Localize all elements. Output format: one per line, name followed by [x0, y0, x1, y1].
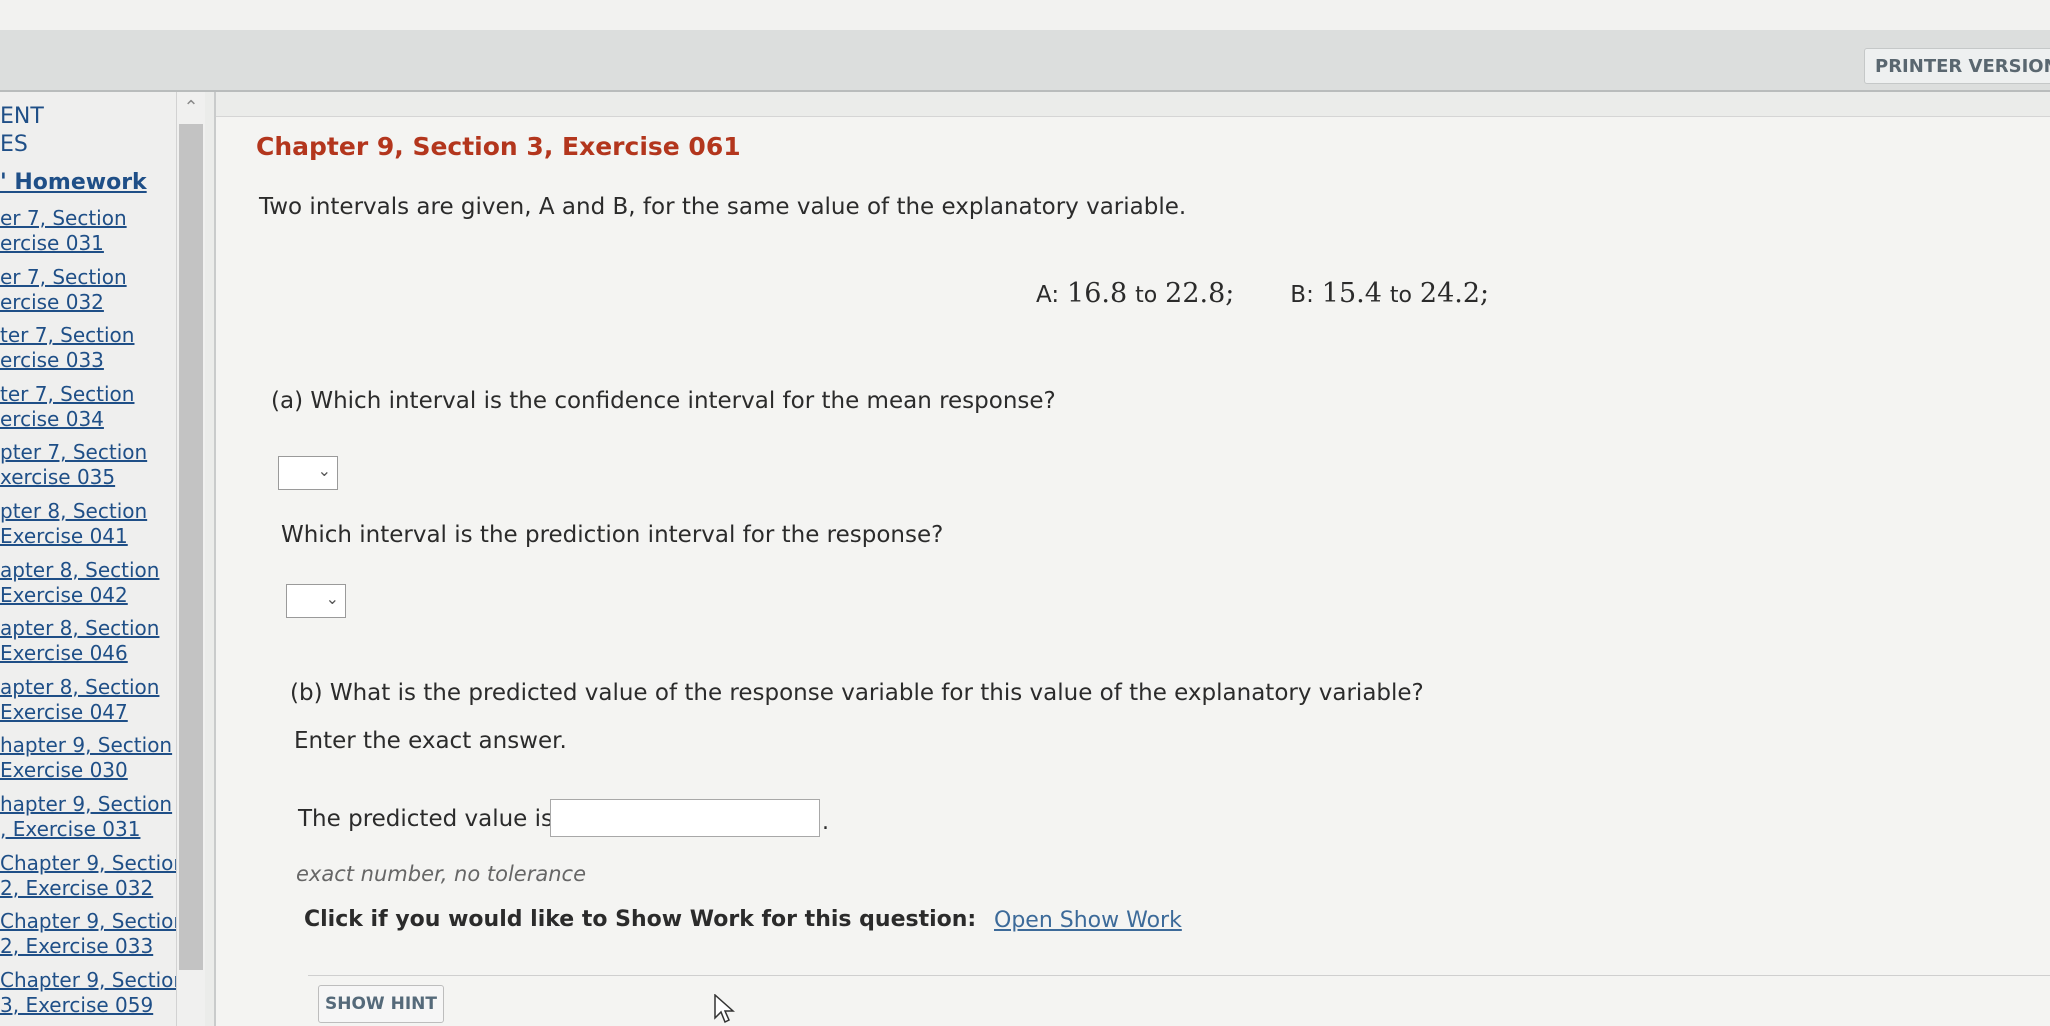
sidebar-exercise-line2[interactable]: Exercise 047 — [0, 700, 186, 725]
sidebar-exercise-line1[interactable]: ter 7, Section — [0, 323, 186, 348]
assignment-toolbar — [0, 30, 2050, 92]
prediction-interval-select[interactable]: ⌄ — [286, 584, 346, 618]
sidebar-exercise-line1[interactable]: apter 8, Section — [0, 558, 186, 583]
sidebar-exercise-line2[interactable]: xercise 035 — [0, 465, 186, 490]
sidebar-exercise-item[interactable]: ter 7, Section ercise 034 — [0, 382, 186, 441]
sidebar-exercise-line2[interactable]: 2, Exercise 033 — [0, 934, 186, 959]
interval-b-high: 24.2; — [1419, 278, 1490, 309]
sidebar-exercise-item[interactable]: apter 8, Section Exercise 047 — [0, 675, 186, 734]
sidebar-exercise-line1[interactable]: er 7, Section — [0, 206, 186, 231]
sidebar-heading-line2: ES — [0, 132, 28, 157]
sidebar-exercise-line2[interactable]: ercise 033 — [0, 348, 186, 373]
sidebar-exercise-item[interactable]: apter 8, Section Exercise 046 — [0, 616, 186, 675]
sidebar-exercise-item[interactable]: Chapter 9, Section 3, Exercise 059 — [0, 968, 186, 1026]
browser-top-strip — [0, 0, 2050, 30]
sidebar-exercise-line2[interactable]: ercise 034 — [0, 407, 186, 432]
interval-b-low: 15.4 — [1321, 278, 1382, 309]
sidebar-exercise-line1[interactable]: hapter 9, Section — [0, 792, 186, 817]
exercise-title: Chapter 9, Section 3, Exercise 061 — [256, 132, 741, 161]
show-work-prompt: Click if you would like to Show Work for… — [304, 907, 977, 932]
divider — [308, 975, 2050, 976]
sidebar-exercise-line1[interactable]: Chapter 9, Section — [0, 851, 186, 876]
part-a2-question: Which interval is the prediction interva… — [281, 522, 944, 548]
printer-version-button[interactable]: PRINTER VERSION — [1864, 48, 2050, 84]
sidebar-exercise-item[interactable]: apter 8, Section Exercise 042 — [0, 558, 186, 617]
sentence-period: . — [822, 810, 829, 835]
sidebar-scrollbar[interactable]: ⌃ — [176, 92, 205, 1026]
sidebar-exercise-line1[interactable]: apter 8, Section — [0, 675, 186, 700]
sidebar-exercise-line1[interactable]: apter 8, Section — [0, 616, 186, 641]
predicted-value-label: The predicted value is — [298, 806, 554, 832]
open-show-work-link[interactable]: Open Show Work — [994, 908, 1182, 933]
sidebar-exercise-item[interactable]: hapter 9, Section Exercise 030 — [0, 733, 186, 792]
chevron-down-icon: ⌄ — [317, 461, 331, 480]
sidebar-exercise-line1[interactable]: pter 8, Section — [0, 499, 186, 524]
sidebar-exercise-line1[interactable]: pter 7, Section — [0, 440, 186, 465]
confidence-interval-select[interactable]: ⌄ — [278, 456, 338, 490]
part-a-question: (a) Which interval is the confidence int… — [271, 388, 1056, 414]
sidebar-exercise-item[interactable]: pter 7, Section xercise 035 — [0, 440, 186, 499]
part-b-question: (b) What is the predicted value of the r… — [290, 680, 1424, 706]
chevron-up-icon[interactable]: ⌃ — [177, 92, 205, 124]
interval-a-low: 16.8 — [1067, 278, 1128, 309]
interval-values: A: 16.8 to 22.8; B: 15.4 to 24.2; — [1036, 278, 1489, 309]
interval-b-label: B: — [1290, 282, 1314, 308]
sidebar-exercise-line2[interactable]: 3, Exercise 059 — [0, 993, 186, 1018]
interval-a-label: A: — [1036, 282, 1060, 308]
mouse-pointer-icon — [714, 994, 735, 1024]
sidebar-exercise-line1[interactable]: Chapter 9, Section — [0, 968, 186, 993]
sidebar-heading-line1: ENT — [0, 104, 44, 129]
sidebar-exercise-line2[interactable]: 2, Exercise 032 — [0, 876, 186, 901]
question-panel-header — [216, 92, 2050, 117]
sidebar-exercise-line1[interactable]: er 7, Section — [0, 265, 186, 290]
sidebar-exercise-item[interactable]: er 7, Section ercise 031 — [0, 206, 186, 265]
show-hint-button[interactable]: SHOW HINT — [318, 985, 444, 1023]
sidebar-exercise-item[interactable]: Chapter 9, Section 2, Exercise 033 — [0, 909, 186, 968]
interval-b-to: to — [1389, 283, 1412, 308]
interval-a-high: 22.8; — [1165, 278, 1235, 309]
question-panel: Chapter 9, Section 3, Exercise 061 Two i… — [214, 92, 2050, 1026]
sidebar-exercise-line2[interactable]: Exercise 042 — [0, 583, 186, 608]
sidebar-exercise-line2[interactable]: , Exercise 031 — [0, 817, 186, 842]
sidebar-exercise-item[interactable]: ter 7, Section ercise 033 — [0, 323, 186, 382]
problem-intro: Two intervals are given, A and B, for th… — [259, 194, 1187, 220]
sidebar-exercise-item[interactable]: Chapter 9, Section 2, Exercise 032 — [0, 851, 186, 910]
sidebar-exercise-line1[interactable]: Chapter 9, Section — [0, 909, 186, 934]
sidebar-homework-link[interactable]: ' Homework — [0, 170, 147, 195]
enter-exact-instruction: Enter the exact answer. — [294, 728, 567, 754]
scrollbar-thumb[interactable] — [179, 124, 203, 970]
sidebar-exercise-line2[interactable]: Exercise 030 — [0, 758, 186, 783]
sidebar-exercise-item[interactable]: hapter 9, Section, Exercise 031 — [0, 792, 186, 851]
sidebar-exercise-line1[interactable]: hapter 9, Section — [0, 733, 186, 758]
sidebar-exercise-item[interactable]: er 7, Section ercise 032 — [0, 265, 186, 324]
interval-a-to: to — [1135, 283, 1158, 308]
chevron-down-icon: ⌄ — [325, 589, 339, 608]
sidebar-exercise-list: er 7, Section ercise 031 er 7, Section erci… — [0, 206, 186, 1026]
tolerance-note: exact number, no tolerance — [296, 862, 587, 886]
predicted-value-input[interactable] — [550, 799, 820, 837]
sidebar-exercise-line1[interactable]: ter 7, Section — [0, 382, 186, 407]
sidebar-exercise-line2[interactable]: ercise 031 — [0, 231, 186, 256]
sidebar-exercise-line2[interactable]: ercise 032 — [0, 290, 186, 315]
sidebar-exercise-line2[interactable]: Exercise 041 — [0, 524, 186, 549]
sidebar-exercise-line2[interactable]: Exercise 046 — [0, 641, 186, 666]
sidebar-exercise-item[interactable]: pter 8, Section Exercise 041 — [0, 499, 186, 558]
